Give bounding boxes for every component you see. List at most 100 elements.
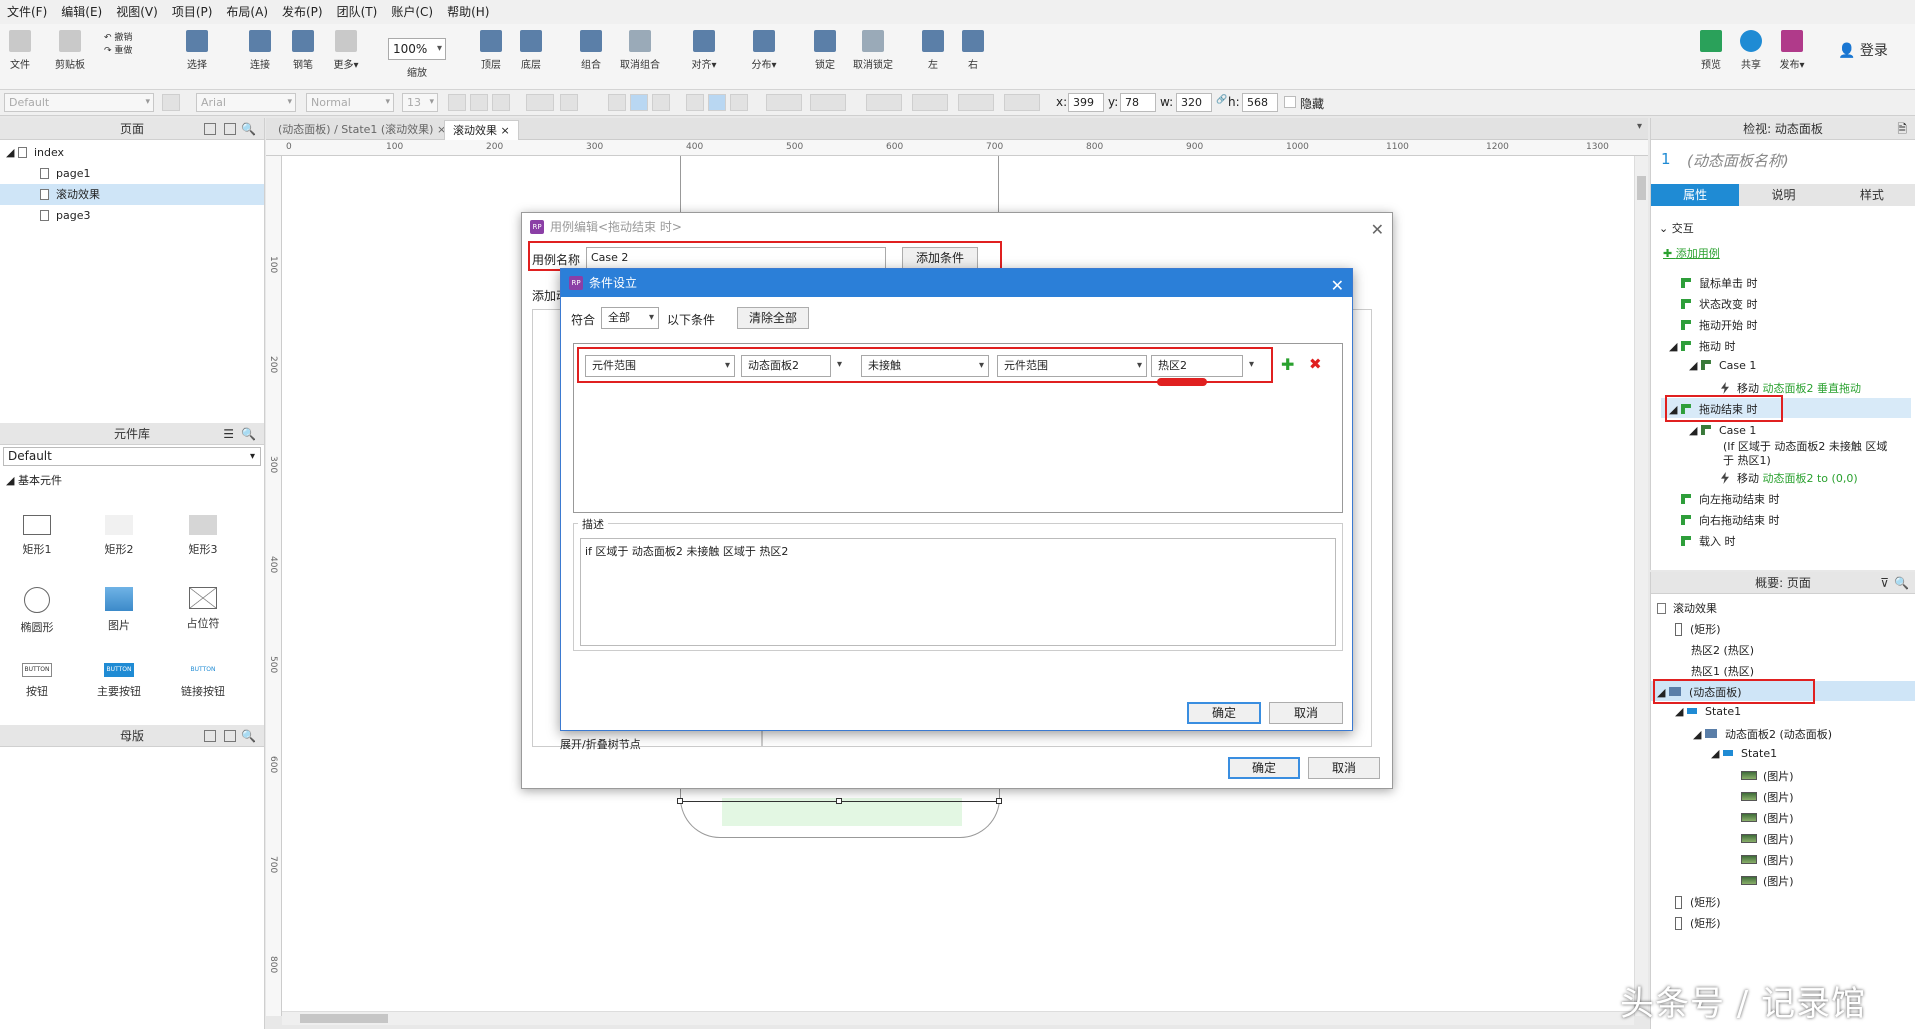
case-ok-button[interactable]: 确定 xyxy=(1228,757,1300,779)
left-button[interactable]: 左 xyxy=(918,30,948,71)
tab-properties[interactable]: 属性 xyxy=(1651,184,1740,206)
widget-button[interactable]: BUTTON 按钮 xyxy=(2,663,72,699)
canvas-horizontal-scrollbar[interactable] xyxy=(282,1011,1634,1025)
condition-ok-button[interactable]: 确定 xyxy=(1187,702,1261,724)
redo-button[interactable]: ↷ 重做 xyxy=(104,43,144,56)
event-drag[interactable]: ◢ 拖动 时 xyxy=(1669,338,1735,354)
close-icon[interactable]: ✕ xyxy=(1371,216,1384,244)
bring-to-front-button[interactable]: 顶层 xyxy=(473,30,509,71)
font-color-icon[interactable] xyxy=(526,94,554,111)
align-button[interactable]: 对齐▾ xyxy=(684,30,724,71)
tab-dynamic-panel-state[interactable]: (动态面板) / State1 (滚动效果) × xyxy=(270,120,454,140)
event-drag-start[interactable]: 拖动开始 时 xyxy=(1681,317,1758,333)
outline-image[interactable]: (图片) xyxy=(1741,831,1794,847)
event-load[interactable]: 载入 时 xyxy=(1681,533,1736,549)
case-cancel-button[interactable]: 取消 xyxy=(1308,757,1380,779)
outline-page-root[interactable]: 滚动效果 xyxy=(1657,600,1717,616)
style-editor-icon[interactable] xyxy=(162,94,180,111)
bullet-icon[interactable] xyxy=(560,94,578,111)
event-swipe-left[interactable]: 向左拖动结束 时 xyxy=(1681,491,1780,507)
x-input[interactable]: 399 xyxy=(1068,93,1104,112)
search-icon[interactable]: 🔍 xyxy=(241,423,256,445)
selection-handle[interactable] xyxy=(677,798,683,804)
outline-row[interactable]: 热区1 (热区) xyxy=(1691,663,1754,679)
group-button[interactable]: 组合 xyxy=(573,30,609,71)
connect-button[interactable]: 连接 xyxy=(243,30,277,71)
widget-ellipse[interactable]: 椭圆形 xyxy=(2,587,72,635)
tab-list-icon[interactable]: ▾ xyxy=(1637,121,1642,132)
valign-middle-icon[interactable] xyxy=(708,94,726,111)
menu-edit[interactable]: 编辑(E) xyxy=(54,0,109,24)
widget-placeholder[interactable]: 占位符 xyxy=(168,587,238,631)
share-button[interactable]: 共享 xyxy=(1734,30,1768,71)
drag-end-case[interactable]: ◢ Case 1 xyxy=(1689,424,1756,437)
match-select[interactable]: 全部 xyxy=(601,307,659,329)
drag-end-action[interactable]: 移动 动态面板2 to (0,0) xyxy=(1721,470,1858,486)
outline-state[interactable]: ◢ State1 xyxy=(1675,705,1741,718)
delete-condition-icon[interactable]: ✖ xyxy=(1309,355,1322,373)
right-button[interactable]: 右 xyxy=(958,30,988,71)
preview-button[interactable]: 预览 xyxy=(1694,30,1728,71)
condition-cancel-button[interactable]: 取消 xyxy=(1269,702,1343,724)
drag-case[interactable]: ◢ Case 1 xyxy=(1689,359,1756,372)
add-page-icon[interactable] xyxy=(204,123,216,135)
clear-all-button[interactable]: 清除全部 xyxy=(737,307,809,329)
outline-row[interactable]: (矩形) xyxy=(1675,894,1721,910)
close-icon[interactable]: ✕ xyxy=(1331,272,1344,300)
align-right-icon[interactable] xyxy=(652,94,670,111)
login-button[interactable]: 👤 登录 xyxy=(1838,40,1898,60)
page-item-page3[interactable]: page3 xyxy=(0,205,264,226)
shadow-icon[interactable] xyxy=(810,94,846,111)
search-icon[interactable]: 🔍 xyxy=(1894,572,1909,594)
menu-help[interactable]: 帮助(H) xyxy=(440,0,496,24)
distribute-button[interactable]: 分布▾ xyxy=(744,30,784,71)
lock-button[interactable]: 锁定 xyxy=(807,30,843,71)
outline-dynamic-panel-2[interactable]: ◢ 动态面板2 (动态面板) xyxy=(1693,726,1832,742)
clipboard-button[interactable]: 剪贴板 xyxy=(50,30,90,71)
search-icon[interactable]: 🔍 xyxy=(241,118,256,140)
underline-icon[interactable] xyxy=(492,94,510,111)
outline-image[interactable]: (图片) xyxy=(1741,873,1794,889)
widget-image[interactable]: 图片 xyxy=(84,587,154,633)
tab-style[interactable]: 样式 xyxy=(1827,184,1915,206)
outline-row[interactable]: (矩形) xyxy=(1675,915,1721,931)
align-center-icon[interactable] xyxy=(630,94,648,111)
valign-bottom-icon[interactable] xyxy=(730,94,748,111)
search-icon[interactable]: 🔍 xyxy=(241,725,256,747)
line-color-icon[interactable] xyxy=(866,94,902,111)
zoom-select[interactable]: 100% xyxy=(388,38,446,60)
italic-icon[interactable] xyxy=(470,94,488,111)
widget-primary-button[interactable]: BUTTON 主要按钮 xyxy=(84,663,154,699)
add-folder-icon[interactable] xyxy=(224,730,236,742)
menu-account[interactable]: 账户(C) xyxy=(384,0,440,24)
add-master-icon[interactable] xyxy=(204,730,216,742)
lock-ratio-icon[interactable]: 🔗 xyxy=(1216,95,1227,105)
fill-color-icon[interactable] xyxy=(766,94,802,111)
add-case-link[interactable]: ✚ 添加用例 xyxy=(1663,245,1720,261)
line-style-icon[interactable] xyxy=(958,94,994,111)
menu-icon[interactable]: ☰ xyxy=(223,423,234,445)
menu-publish[interactable]: 发布(P) xyxy=(275,0,330,24)
weight-select[interactable]: Normal xyxy=(306,93,394,112)
menu-project[interactable]: 项目(P) xyxy=(165,0,220,24)
menu-file[interactable]: 文件(F) xyxy=(0,0,54,24)
category-basic[interactable]: ◢ 基本元件 xyxy=(0,468,264,492)
widget-rect1[interactable]: 矩形1 xyxy=(2,515,72,557)
bold-icon[interactable] xyxy=(448,94,466,111)
menu-view[interactable]: 视图(V) xyxy=(109,0,165,24)
publish-button[interactable]: 发布▾ xyxy=(1772,30,1812,71)
outline-image[interactable]: (图片) xyxy=(1741,852,1794,868)
send-to-back-button[interactable]: 底层 xyxy=(513,30,549,71)
ungroup-button[interactable]: 取消组合 xyxy=(615,30,665,71)
filter-icon[interactable]: ⊽ xyxy=(1880,572,1889,594)
outline-state[interactable]: ◢ State1 xyxy=(1711,747,1777,760)
event-click[interactable]: 鼠标单击 时 xyxy=(1681,275,1758,291)
w-input[interactable]: 320 xyxy=(1176,93,1212,112)
canvas-vertical-scrollbar[interactable] xyxy=(1634,156,1648,1016)
add-folder-icon[interactable] xyxy=(224,123,236,135)
tab-scroll-effect[interactable]: 滚动效果 × xyxy=(444,120,519,140)
expand-collapse-toggle[interactable]: 展开/折叠树节点 xyxy=(560,736,641,752)
h-input[interactable]: 568 xyxy=(1242,93,1278,112)
widget-rect2[interactable]: 矩形2 xyxy=(84,515,154,557)
size-select[interactable]: 13 xyxy=(402,93,438,112)
